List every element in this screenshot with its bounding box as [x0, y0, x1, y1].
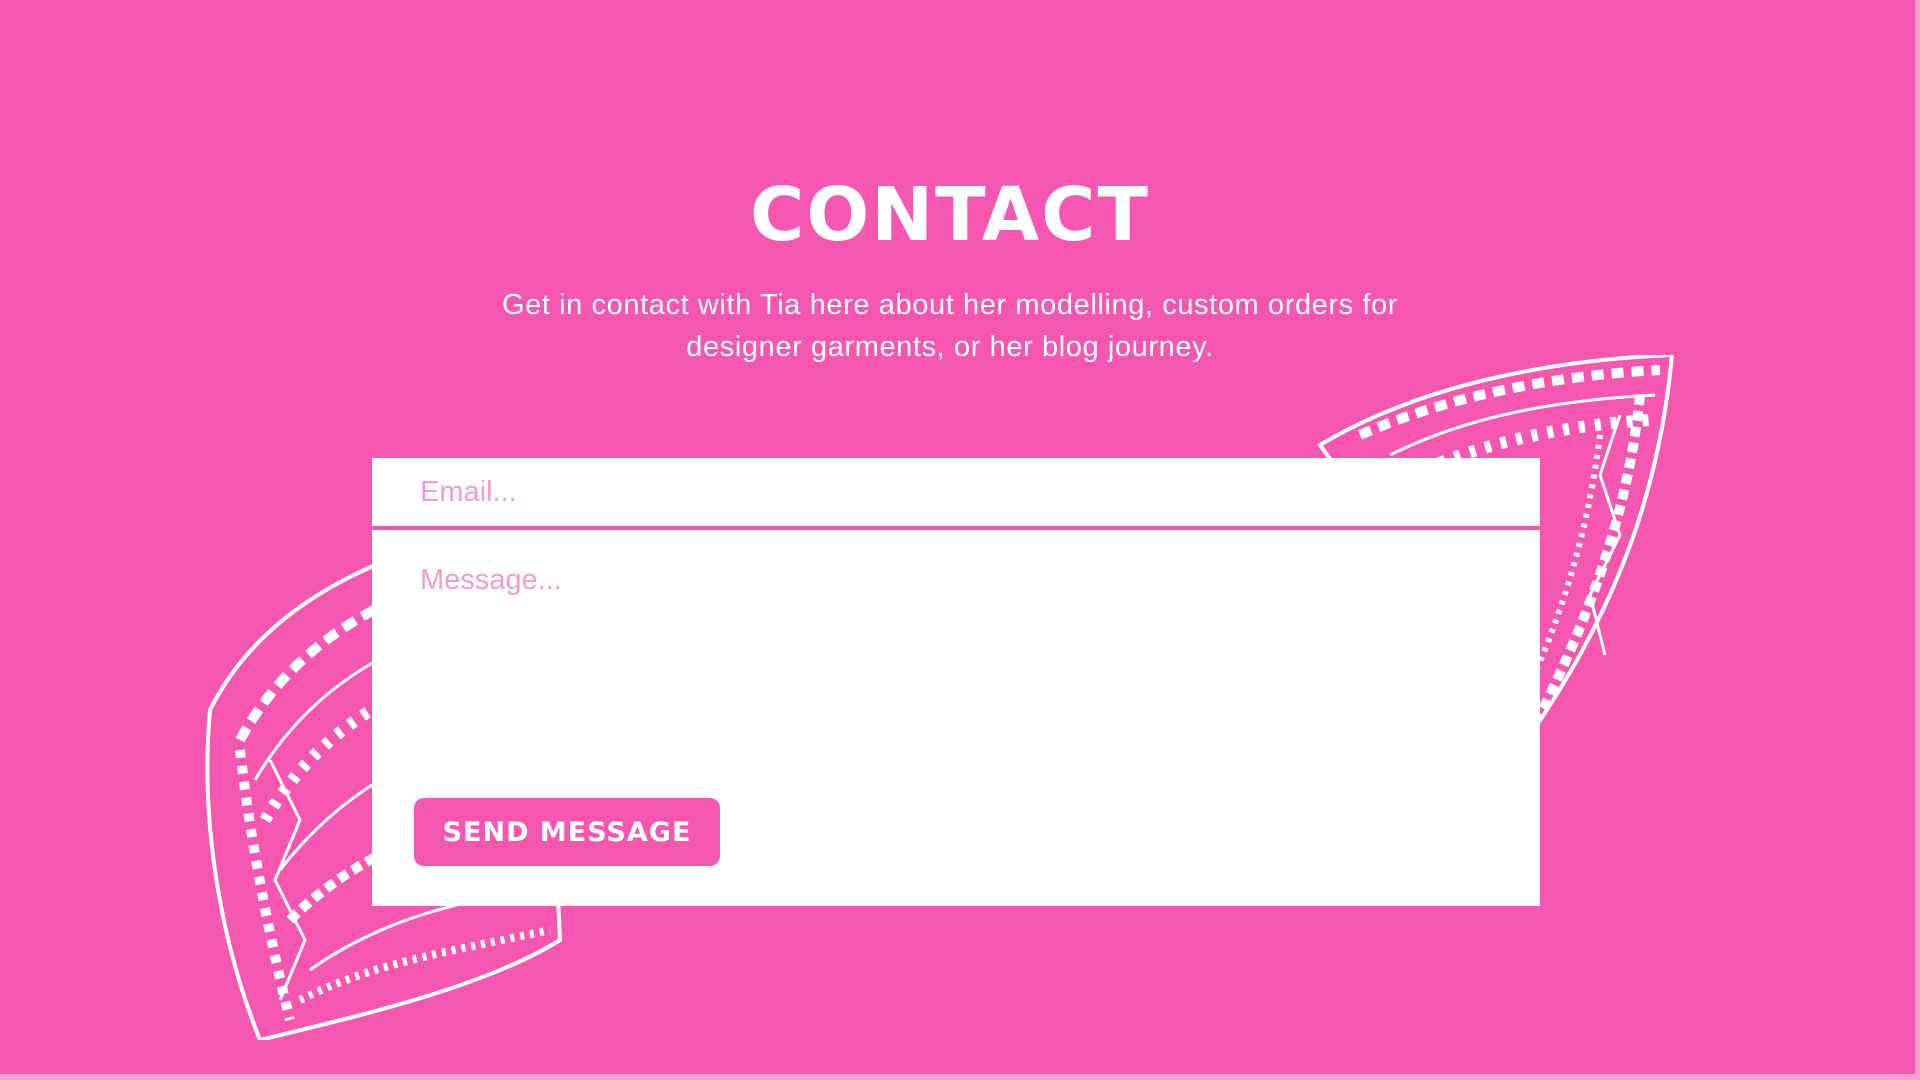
message-textarea[interactable]	[372, 534, 1540, 734]
send-message-button[interactable]: SEND MESSAGE	[414, 798, 720, 866]
contact-heading: CONTACT	[750, 172, 1150, 258]
contact-description: Get in contact with Tia here about her m…	[501, 289, 1399, 363]
page-bottom-strip	[0, 1074, 1920, 1080]
contact-form: SEND MESSAGE	[372, 458, 1540, 906]
page-edge-strip	[1915, 0, 1920, 1080]
email-input[interactable]	[372, 458, 1540, 530]
